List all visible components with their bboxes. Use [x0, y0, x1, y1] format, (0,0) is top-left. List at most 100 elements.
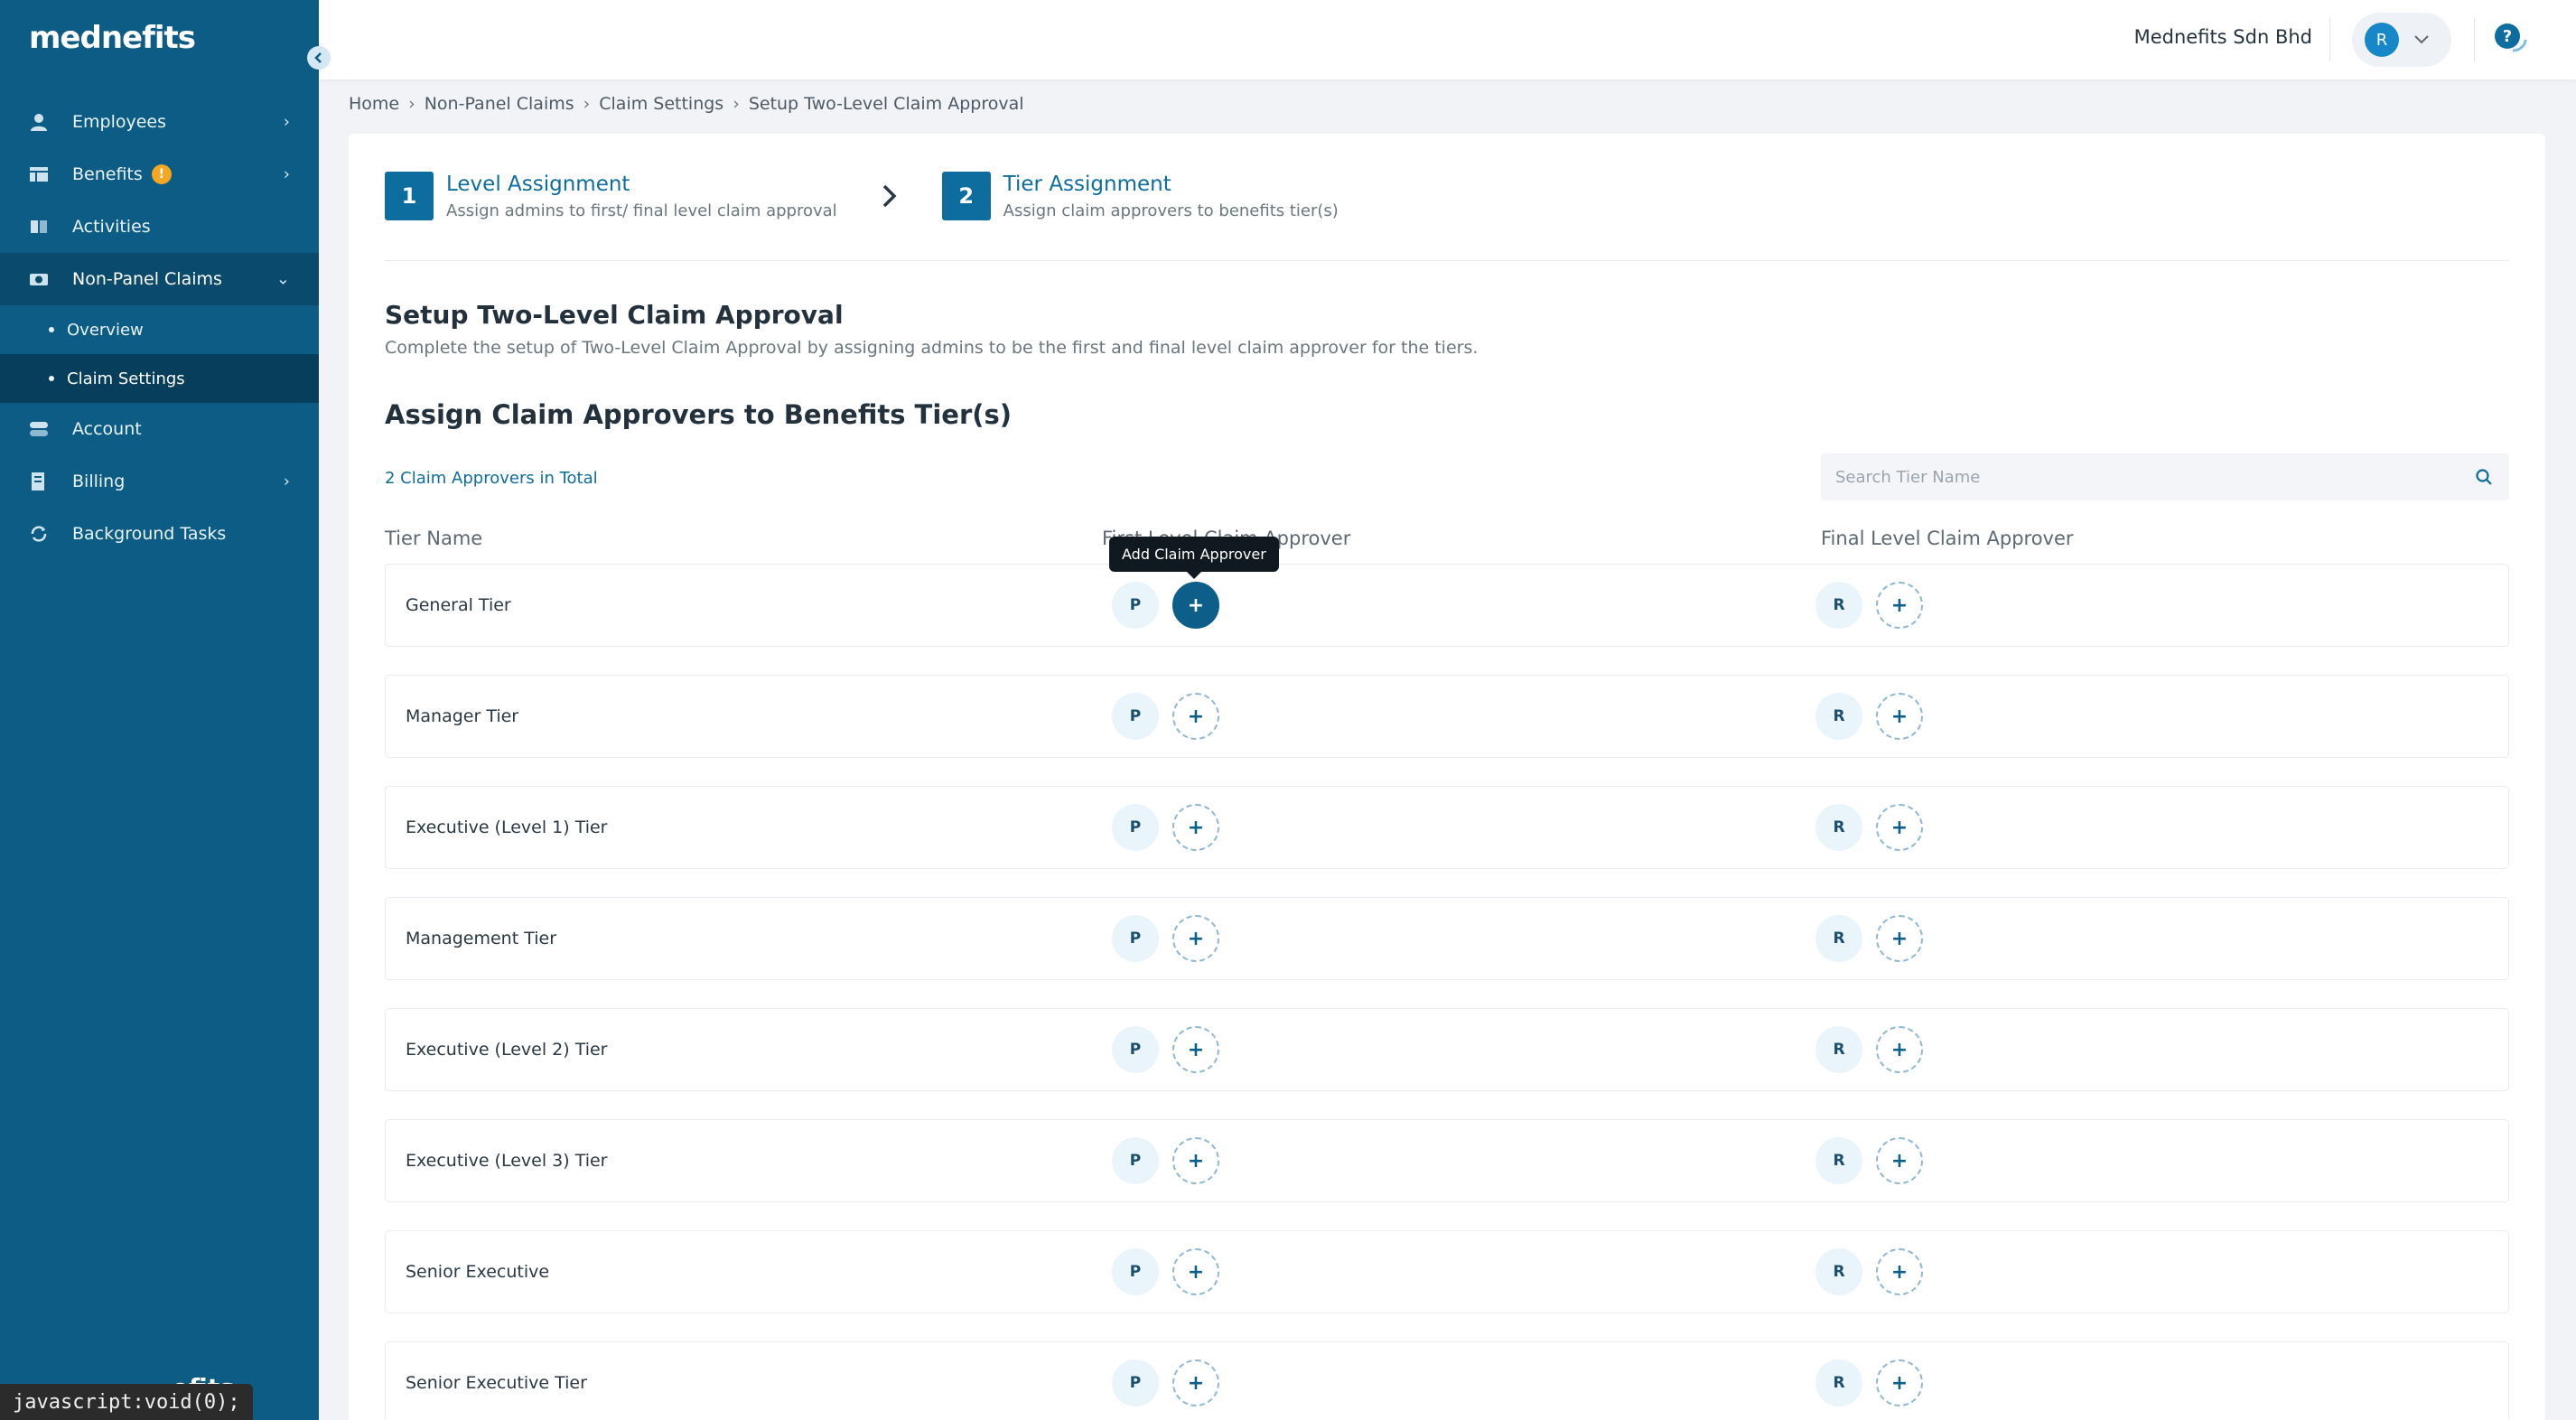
- final-level-approvers: R +: [1815, 1120, 1923, 1201]
- sidebar-item-non-panel-claims[interactable]: Non-Panel Claims ⌄: [0, 253, 319, 305]
- first-level-approvers: P +: [1112, 676, 1219, 757]
- tier-row: Executive (Level 1) Tier P + R +: [385, 786, 2509, 869]
- tier-name: Executive (Level 1) Tier: [406, 817, 608, 837]
- help-icon[interactable]: ?: [2493, 22, 2529, 58]
- book-icon: [29, 217, 49, 237]
- sidebar-subitem-overview[interactable]: Overview: [0, 305, 319, 354]
- final-level-approvers: R +: [1815, 1231, 1923, 1313]
- add-final-level-approver-button[interactable]: +: [1876, 582, 1923, 629]
- approver-avatar[interactable]: R: [1815, 1137, 1862, 1184]
- tier-name: Manager Tier: [406, 706, 519, 726]
- tier-row: Senior Executive Tier P + R +: [385, 1341, 2509, 1420]
- add-final-level-approver-button[interactable]: +: [1876, 693, 1923, 740]
- breadcrumb-separator: ›: [733, 94, 740, 114]
- sidebar-item-background-tasks[interactable]: Background Tasks: [0, 508, 319, 560]
- approver-avatar[interactable]: R: [1815, 1248, 1862, 1295]
- tier-row: Executive (Level 3) Tier P + R +: [385, 1119, 2509, 1202]
- approver-avatar[interactable]: R: [1815, 582, 1862, 629]
- final-level-approvers: R +: [1815, 787, 1923, 868]
- tier-name: Management Tier: [406, 929, 557, 948]
- refresh-icon: [29, 524, 49, 544]
- first-level-approvers: P +: [1112, 565, 1219, 646]
- approver-avatar[interactable]: R: [1815, 1026, 1862, 1073]
- breadcrumb-claim-settings[interactable]: Claim Settings: [599, 94, 723, 114]
- claim-approvers-total-link[interactable]: 2 Claim Approvers in Total: [385, 469, 598, 488]
- column-header-final-level: Final Level Claim Approver: [1821, 528, 2074, 549]
- approver-avatar[interactable]: P: [1112, 1248, 1159, 1295]
- add-final-level-approver-button[interactable]: +: [1876, 1248, 1923, 1295]
- add-final-level-approver-button[interactable]: +: [1876, 915, 1923, 962]
- first-level-approvers: P +: [1112, 1009, 1219, 1090]
- chevron-down-icon: [2414, 35, 2429, 44]
- search-tier-input[interactable]: [1821, 453, 2509, 500]
- add-final-level-approver-button[interactable]: +: [1876, 1359, 1923, 1406]
- top-header: Mednefits Sdn Bhd R ?: [319, 0, 2576, 79]
- approver-avatar[interactable]: P: [1112, 1359, 1159, 1406]
- step-tier-assignment[interactable]: 2 Tier Assignment Assign claim approvers…: [941, 172, 1339, 220]
- add-first-level-approver-button[interactable]: +: [1172, 804, 1219, 851]
- sidebar-item-benefits[interactable]: Benefits ! ›: [0, 148, 319, 201]
- approver-avatar[interactable]: P: [1112, 804, 1159, 851]
- approver-avatar[interactable]: P: [1112, 915, 1159, 962]
- approver-avatar[interactable]: R: [1815, 915, 1862, 962]
- profile-dropdown[interactable]: R: [2352, 13, 2451, 67]
- approver-avatar[interactable]: R: [1815, 804, 1862, 851]
- approver-avatar[interactable]: P: [1112, 693, 1159, 740]
- add-final-level-approver-button[interactable]: +: [1876, 804, 1923, 851]
- breadcrumb-current: Setup Two-Level Claim Approval: [748, 94, 1024, 114]
- step-level-assignment[interactable]: 1 Level Assignment Assign admins to firs…: [385, 172, 837, 220]
- first-level-approvers: P +: [1112, 1120, 1219, 1201]
- tier-row: Manager Tier P + R +: [385, 675, 2509, 758]
- add-first-level-approver-button[interactable]: +: [1172, 1137, 1219, 1184]
- user-icon: [29, 112, 49, 132]
- add-first-level-approver-button[interactable]: +: [1172, 582, 1219, 629]
- company-name: Mednefits Sdn Bhd: [2133, 26, 2312, 48]
- approver-avatar[interactable]: P: [1112, 1026, 1159, 1073]
- chevron-right-icon: [882, 184, 897, 208]
- chevron-right-icon: ›: [283, 472, 290, 491]
- page-description: Complete the setup of Two-Level Claim Ap…: [385, 338, 1479, 358]
- sidebar-item-label: Billing: [72, 472, 126, 491]
- breadcrumb-home[interactable]: Home: [349, 94, 399, 114]
- svg-text:?: ?: [2503, 27, 2512, 46]
- breadcrumb: Home › Non-Panel Claims › Claim Settings…: [349, 94, 1024, 114]
- approver-avatar[interactable]: R: [1815, 1359, 1862, 1406]
- add-first-level-approver-button[interactable]: +: [1172, 915, 1219, 962]
- sidebar-item-activities[interactable]: Activities: [0, 201, 319, 253]
- add-first-level-approver-button[interactable]: +: [1172, 1248, 1219, 1295]
- first-level-approvers: P +: [1112, 1231, 1219, 1313]
- sidebar-item-label: Non-Panel Claims: [72, 269, 222, 289]
- link-status-bar: javascript:void(0);: [0, 1384, 253, 1420]
- tier-row: Senior Executive P + R +: [385, 1230, 2509, 1313]
- breadcrumb-non-panel-claims[interactable]: Non-Panel Claims: [425, 94, 574, 114]
- divider: [385, 260, 2509, 261]
- sidebar-item-account[interactable]: Account: [0, 403, 319, 455]
- step-number: 2: [941, 172, 991, 220]
- sidebar-subitem-label: Overview: [67, 320, 144, 340]
- approver-avatar[interactable]: R: [1815, 693, 1862, 740]
- section-title: Assign Claim Approvers to Benefits Tier(…: [385, 399, 1013, 430]
- add-final-level-approver-button[interactable]: +: [1876, 1026, 1923, 1073]
- tier-name: Executive (Level 2) Tier: [406, 1040, 608, 1060]
- add-first-level-approver-button[interactable]: +: [1172, 1026, 1219, 1073]
- toggle-icon: [29, 419, 49, 439]
- chevron-right-icon: ›: [283, 112, 290, 132]
- tier-name: Executive (Level 3) Tier: [406, 1151, 608, 1171]
- approver-avatar[interactable]: P: [1112, 582, 1159, 629]
- first-level-approvers: P +: [1112, 787, 1219, 868]
- add-final-level-approver-button[interactable]: +: [1876, 1137, 1923, 1184]
- sidebar-nav: Employees › Benefits ! › Activities Non-…: [0, 96, 319, 560]
- approver-avatar[interactable]: P: [1112, 1137, 1159, 1184]
- final-level-approvers: R +: [1815, 676, 1923, 757]
- add-first-level-approver-button[interactable]: +: [1172, 1359, 1219, 1406]
- stepper: 1 Level Assignment Assign admins to firs…: [385, 172, 1339, 220]
- sidebar-item-billing[interactable]: Billing ›: [0, 455, 319, 508]
- chevron-right-icon: ›: [283, 164, 290, 184]
- sidebar-item-employees[interactable]: Employees ›: [0, 96, 319, 148]
- mednefits-logo[interactable]: mednefits: [29, 20, 196, 56]
- add-first-level-approver-button[interactable]: +: [1172, 693, 1219, 740]
- first-level-approvers: P +: [1112, 1342, 1219, 1420]
- search-icon[interactable]: [2475, 468, 2493, 486]
- sidebar-subitem-claim-settings[interactable]: Claim Settings: [0, 354, 319, 403]
- sidebar-collapse-button[interactable]: [307, 46, 331, 70]
